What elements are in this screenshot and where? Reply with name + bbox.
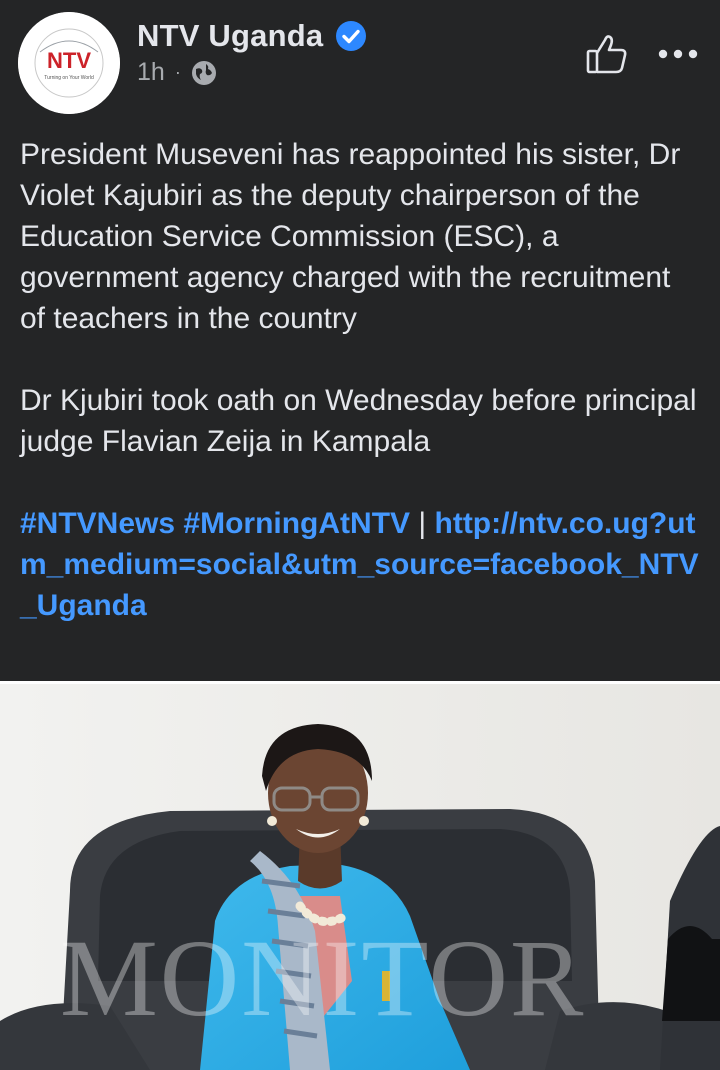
post-paragraph: Dr Kjubiri took oath on Wednesday before… [20, 384, 697, 458]
meta-separator: · [174, 62, 181, 82]
post-meta: 1h · [137, 58, 217, 87]
more-options-button[interactable] [655, 36, 701, 66]
more-options-icon [658, 49, 698, 59]
post-timestamp[interactable]: 1h [137, 58, 165, 87]
post-hashtags-and-link: #NTVNews #MorningAtNTV | http://ntv.co.u… [20, 503, 700, 626]
link-separator: | [410, 507, 435, 540]
post-paragraph: President Museveni has reappointed his s… [20, 138, 681, 335]
ntv-logo: NTV Turning on Your World [18, 12, 120, 114]
page-avatar[interactable]: NTV Turning on Your World [18, 12, 120, 114]
post-header: NTV Turning on Your World NTV Uganda 1h … [0, 0, 720, 120]
photo-watermark: MONITOR [60, 917, 586, 1039]
logo-text: NTV [47, 48, 91, 73]
page-name-row: NTV Uganda [137, 18, 367, 54]
thumbs-up-icon [586, 35, 627, 74]
globe-icon [191, 60, 216, 85]
like-page-button[interactable] [584, 32, 630, 76]
facebook-post: NTV Turning on Your World NTV Uganda 1h … [0, 0, 720, 1070]
verified-badge-icon [336, 21, 367, 51]
page-name[interactable]: NTV Uganda [137, 18, 323, 54]
post-body: President Museveni has reappointed his s… [20, 134, 700, 626]
logo-tagline: Turning on Your World [44, 75, 94, 81]
hashtags[interactable]: #NTVNews #MorningAtNTV [20, 507, 410, 540]
